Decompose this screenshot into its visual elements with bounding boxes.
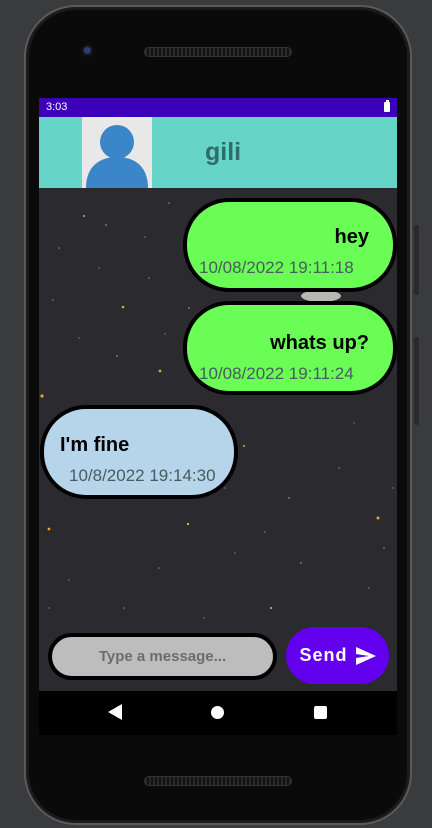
status-time: 3:03 [46, 101, 68, 113]
power-button [414, 225, 419, 295]
message-timestamp: 10/8/2022 19:14:30 [69, 466, 216, 485]
message-bubble-received[interactable]: I'm fine 10/8/2022 19:14:30 [40, 405, 238, 499]
app-screen: 3:03 gili hey 10/08/2022 19:11:18 whats … [39, 98, 397, 691]
status-bar: 3:03 [39, 98, 397, 117]
person-avatar-icon[interactable] [82, 117, 152, 188]
chat-header: gili [39, 117, 397, 188]
send-button-label: Send [299, 645, 348, 665]
volume-button [414, 337, 419, 425]
message-input[interactable] [48, 633, 277, 680]
message-bubble-sent[interactable]: hey 10/08/2022 19:11:18 [183, 198, 397, 292]
recents-square-icon[interactable] [314, 706, 327, 719]
bottom-speaker [144, 776, 292, 786]
back-triangle-icon[interactable] [108, 704, 122, 720]
battery-full-icon [384, 100, 390, 112]
message-timestamp: 10/08/2022 19:11:24 [199, 364, 354, 383]
system-nav-bar [39, 691, 397, 735]
contact-name: gili [205, 138, 242, 166]
send-arrow-icon [355, 646, 376, 665]
message-text: whats up? [270, 332, 369, 354]
message-text: hey [334, 226, 369, 248]
front-camera [81, 44, 95, 58]
message-text: I'm fine [60, 434, 130, 456]
message-timestamp: 10/08/2022 19:11:18 [199, 258, 354, 277]
home-circle-icon[interactable] [211, 706, 224, 719]
send-button[interactable]: Send [286, 627, 389, 684]
message-bubble-sent[interactable]: whats up? 10/08/2022 19:11:24 [183, 301, 397, 395]
top-speaker [144, 47, 292, 57]
